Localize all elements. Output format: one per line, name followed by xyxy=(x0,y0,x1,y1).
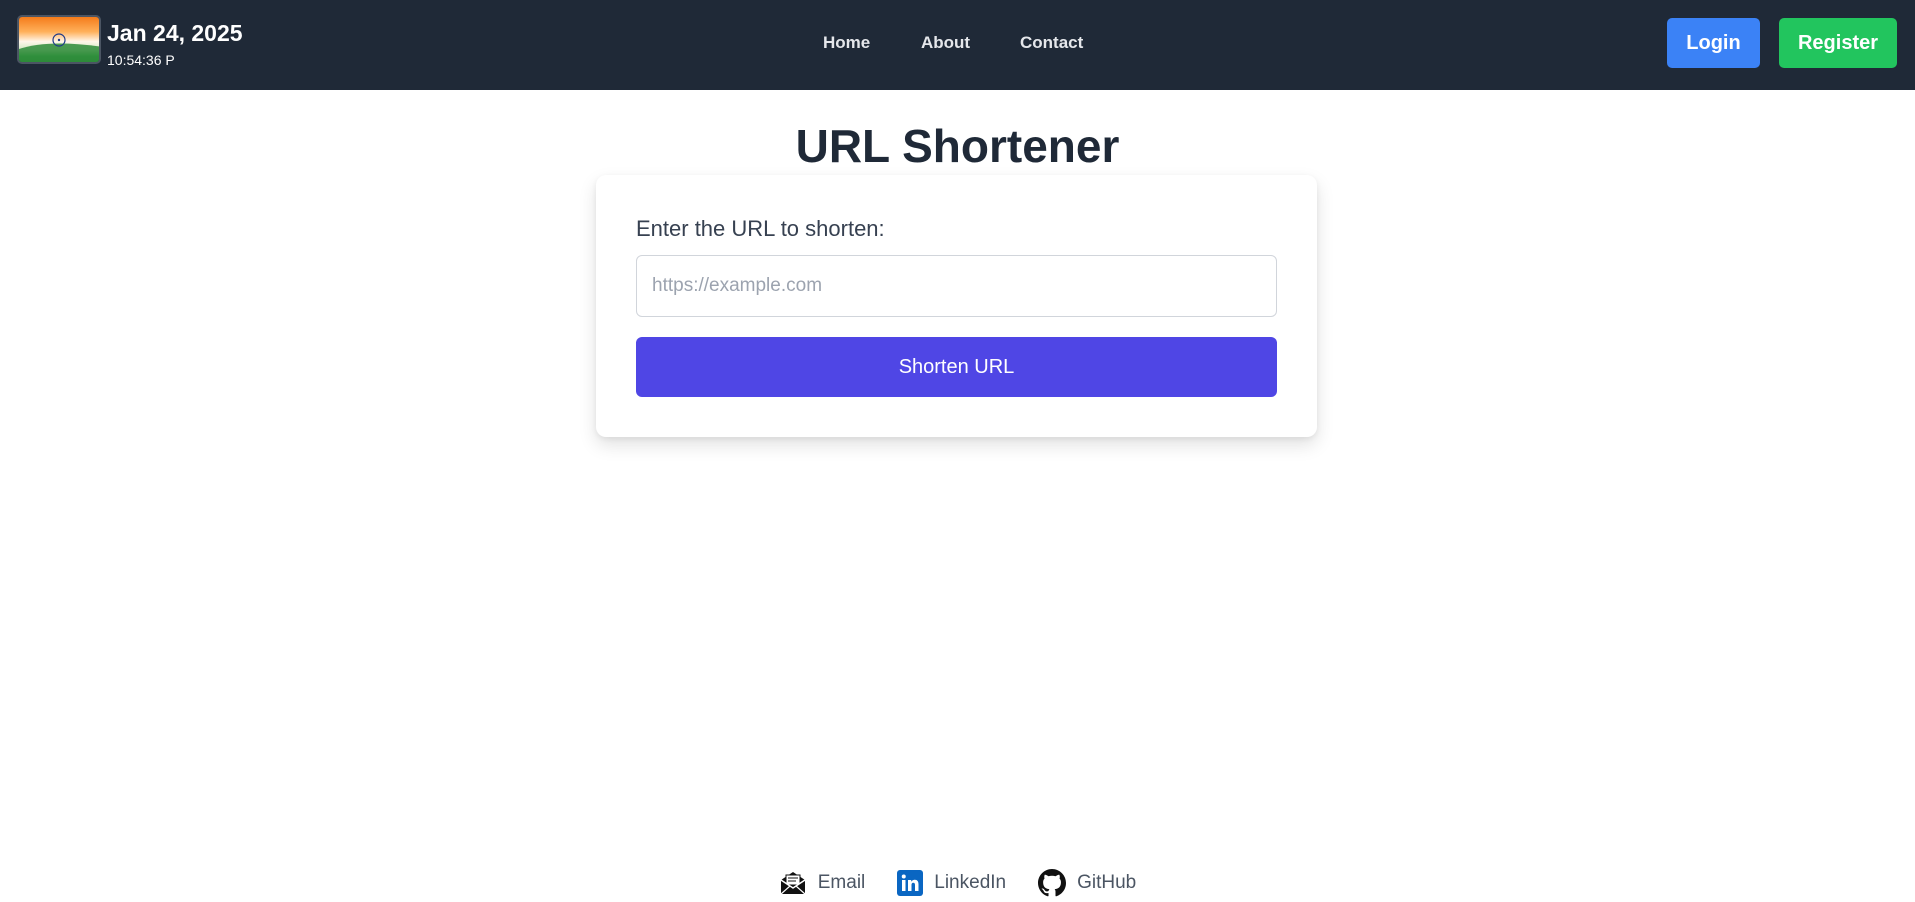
footer-email-label: Email xyxy=(817,872,866,893)
footer-github-link[interactable]: GitHub xyxy=(1038,869,1136,897)
footer-email-link[interactable]: Email xyxy=(779,870,866,896)
nav-about-link[interactable]: About xyxy=(921,31,970,55)
register-button[interactable]: Register xyxy=(1779,18,1897,68)
url-input[interactable] xyxy=(636,255,1277,317)
footer-github-label: GitHub xyxy=(1077,872,1137,893)
github-icon xyxy=(1038,869,1067,897)
nav-contact-link[interactable]: Contact xyxy=(1020,31,1083,55)
login-button[interactable]: Login xyxy=(1667,18,1760,68)
india-flag-icon xyxy=(17,15,101,64)
current-time: 10:54:36 P xyxy=(107,52,175,68)
envelope-icon xyxy=(779,870,807,896)
top-navbar: Jan 24, 2025 10:54:36 P Home About Conta… xyxy=(0,0,1915,90)
shorten-form-card: Enter the URL to shorten: Shorten URL xyxy=(596,175,1317,437)
footer: Email LinkedIn GitHub xyxy=(0,866,1915,900)
page-title: URL Shortener xyxy=(795,120,1120,172)
shorten-url-button[interactable]: Shorten URL xyxy=(636,337,1277,397)
linkedin-icon xyxy=(897,870,924,896)
nav-home-link[interactable]: Home xyxy=(823,31,870,55)
current-date: Jan 24, 2025 xyxy=(107,20,243,46)
footer-linkedin-label: LinkedIn xyxy=(934,872,1007,893)
footer-linkedin-link[interactable]: LinkedIn xyxy=(897,870,1006,896)
url-field-label: Enter the URL to shorten: xyxy=(636,216,885,241)
